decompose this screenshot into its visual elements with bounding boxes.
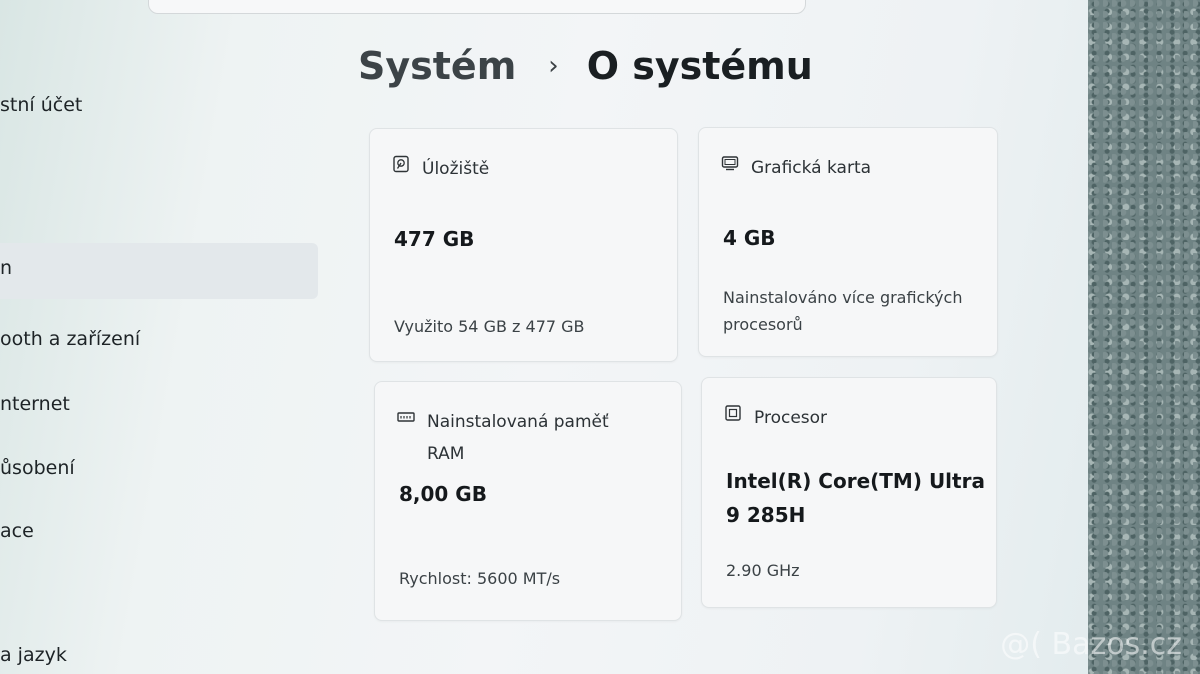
sidebar-item-label: ooth a zařízení: [0, 328, 141, 350]
sidebar-item-account[interactable]: stní účet: [0, 94, 82, 116]
ram-speed: Rychlost: 5600 MT/s: [399, 569, 561, 588]
gpu-label: Grafická karta: [751, 158, 872, 178]
chevron-right-icon: ›: [548, 51, 559, 81]
sidebar-item-apps[interactable]: ace: [0, 520, 34, 542]
ram-label: Nainstalovaná paměť RAM: [427, 412, 609, 465]
background-stone: [1085, 0, 1200, 674]
sidebar-item-system[interactable]: n: [0, 243, 318, 299]
cpu-icon: [725, 405, 741, 421]
sidebar-item-label: stní účet: [0, 94, 83, 116]
storage-value: 477 GB: [394, 227, 475, 251]
sidebar-item-label: ace: [0, 520, 34, 542]
hard-drive-icon: [393, 155, 409, 173]
settings-window: stní účet n ooth a zařízení nternet ůsob…: [0, 0, 1088, 674]
card-header: Úložiště: [392, 153, 489, 185]
card-header: Procesor: [724, 402, 827, 434]
sidebar-item-label: nternet: [0, 393, 70, 415]
cpu-card[interactable]: Procesor Intel(R) Core(TM) Ultra 9 285H …: [701, 377, 997, 608]
sidebar-item-personalization[interactable]: ůsobení: [0, 457, 75, 479]
gpu-description: Nainstalováno více grafických procesorů: [723, 288, 963, 335]
monitor-icon: [721, 156, 739, 171]
cpu-value: Intel(R) Core(TM) Ultra 9 285H: [726, 469, 985, 527]
card-header: Grafická karta: [721, 152, 871, 184]
memory-icon: [397, 412, 415, 422]
sidebar-item-label: n: [0, 257, 13, 279]
ram-value: 8,00 GB: [399, 482, 487, 506]
card-header: Nainstalovaná paměť RAM: [397, 406, 637, 471]
breadcrumb-parent-link[interactable]: Systém: [358, 44, 516, 88]
sidebar-item-network[interactable]: nternet: [0, 393, 70, 415]
gpu-card[interactable]: Grafická karta 4 GB Nainstalováno více g…: [698, 127, 998, 357]
search-bar[interactable]: [148, 0, 806, 14]
ram-card[interactable]: Nainstalovaná paměť RAM 8,00 GB Rychlost…: [374, 381, 682, 621]
sidebar-item-language[interactable]: a jazyk: [0, 644, 67, 666]
sidebar-item-bluetooth[interactable]: ooth a zařízení: [0, 328, 140, 350]
watermark: @( Bazos.cz: [1000, 627, 1182, 662]
page-title: O systému: [586, 44, 813, 88]
gpu-value: 4 GB: [723, 226, 776, 250]
sidebar-item-label: a jazyk: [0, 644, 67, 666]
breadcrumb: Systém › O systému: [358, 44, 813, 88]
sidebar-item-label: ůsobení: [0, 457, 75, 479]
storage-label: Úložiště: [422, 159, 490, 179]
cpu-frequency: 2.90 GHz: [726, 561, 800, 580]
storage-usage: Využito 54 GB z 477 GB: [394, 317, 585, 336]
storage-card[interactable]: Úložiště 477 GB Využito 54 GB z 477 GB: [369, 128, 678, 362]
cpu-label: Procesor: [754, 408, 828, 428]
